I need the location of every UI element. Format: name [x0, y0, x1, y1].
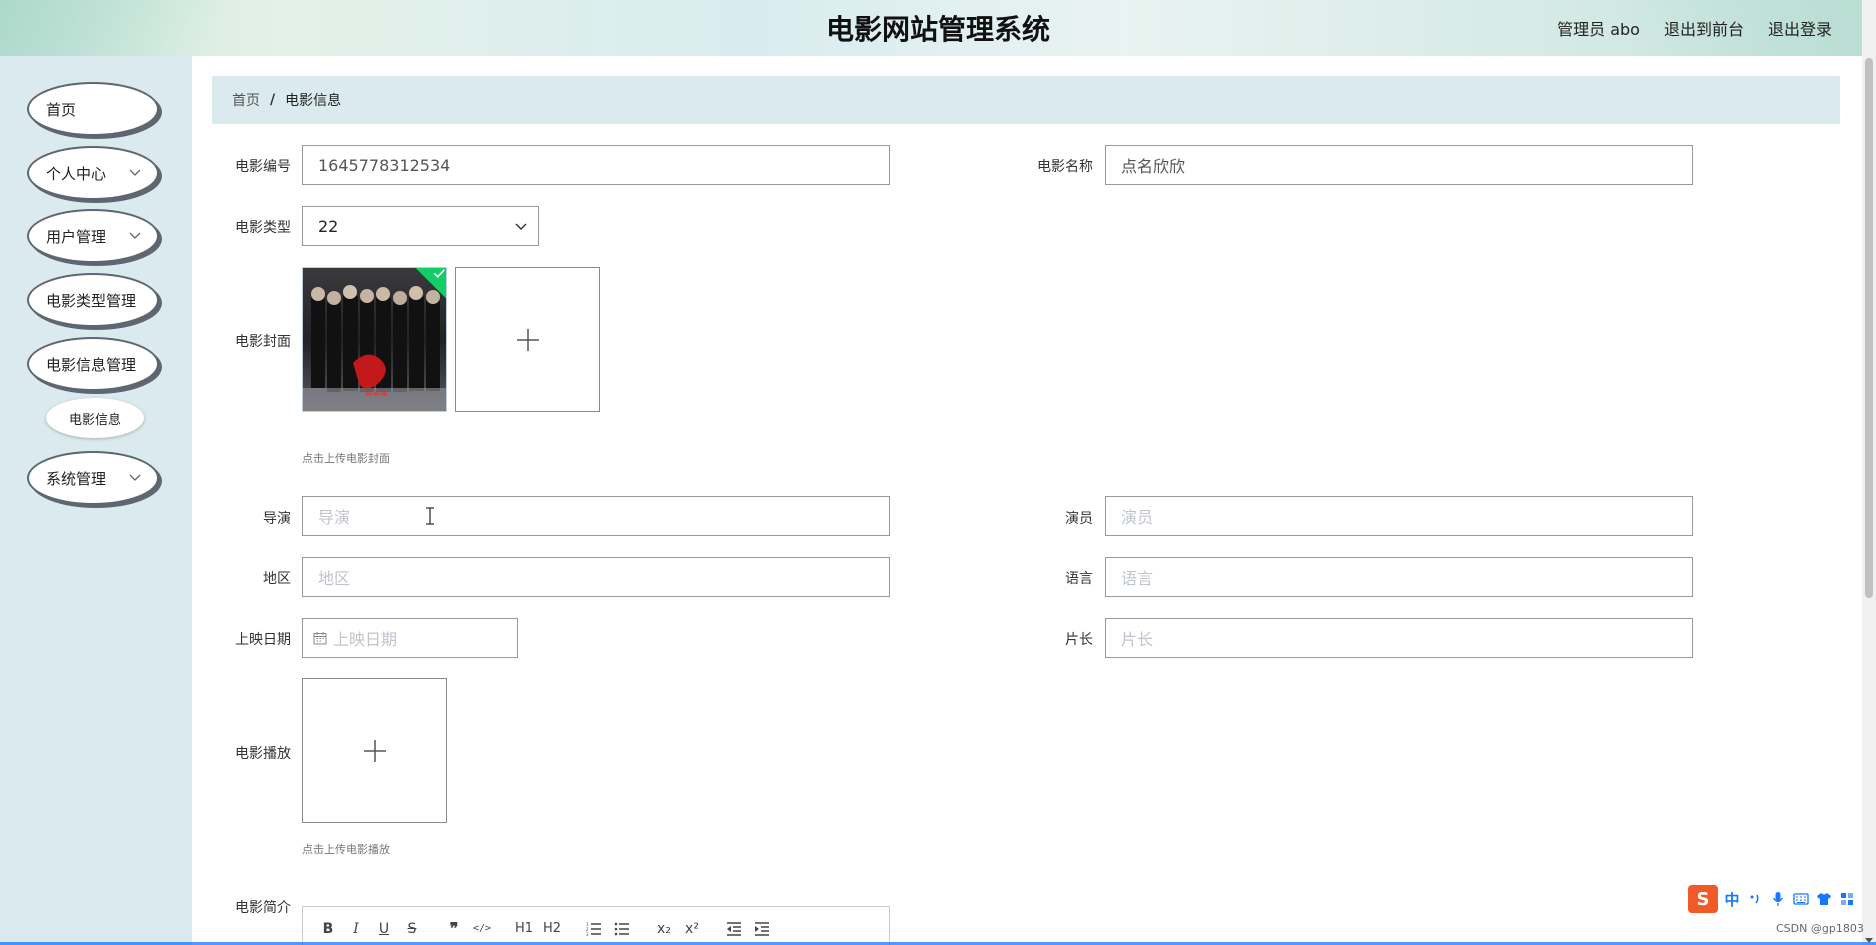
chevron-down-icon	[514, 218, 528, 232]
blockquote-icon[interactable]: ❞	[443, 918, 465, 940]
cover-upload-button[interactable]	[455, 267, 600, 412]
cover-image: ▬▬▬	[303, 268, 446, 411]
sidebar-item-label: 首页	[46, 100, 77, 119]
sidebar-item-label: 系统管理	[46, 469, 107, 488]
ordered-list-icon[interactable]: 123	[583, 918, 605, 940]
intro-label: 电影简介	[235, 900, 291, 916]
movie-no-input[interactable]: 1645778312534	[302, 145, 890, 185]
region-input[interactable]: 地区	[302, 557, 890, 597]
user-box: 管理员 abo 退出到前台 退出登录	[1557, 16, 1832, 40]
watermark-text: CSDN @gp1803	[1776, 922, 1864, 935]
director-input[interactable]: 导演	[302, 496, 890, 536]
heading-1-icon[interactable]: H1	[513, 918, 535, 940]
chevron-down-icon	[129, 472, 141, 485]
sidebar: 首页 个人中心 用户管理 电影类型管理 电影信息管理 电影信息 系统管理	[0, 56, 192, 945]
italic-icon[interactable]: I	[345, 918, 367, 940]
sidebar-item-profile[interactable]: 个人中心	[27, 146, 159, 200]
skin-shirt-icon[interactable]	[1815, 890, 1833, 908]
unordered-list-icon[interactable]	[611, 918, 633, 940]
sidebar-item-user-management[interactable]: 用户管理	[27, 209, 159, 263]
code-icon[interactable]: </>	[471, 918, 493, 940]
heading-2-icon[interactable]: H2	[541, 918, 563, 940]
ime-toolbar: S 中	[1688, 884, 1856, 914]
movie-type-value: 22	[318, 216, 339, 236]
chevron-down-icon	[129, 167, 141, 180]
rich-editor-toolbar: B I U S ❞ </> H1 H2 123 x₂ x²	[302, 906, 890, 945]
toolbox-grid-icon[interactable]	[1838, 890, 1856, 908]
text-cursor-icon	[426, 507, 434, 525]
actor-input[interactable]: 演员	[1105, 496, 1693, 536]
current-user-label: 管理员 abo	[1557, 20, 1640, 39]
breadcrumb-separator: /	[270, 92, 276, 108]
sidebar-item-label: 用户管理	[46, 227, 107, 246]
duration-input[interactable]: 片长	[1105, 618, 1693, 658]
language-label: 语言	[1065, 571, 1093, 587]
svg-text:3: 3	[586, 932, 589, 936]
microphone-icon[interactable]	[1769, 890, 1787, 908]
movie-type-label: 电影类型	[235, 220, 291, 236]
underline-icon[interactable]: U	[373, 918, 395, 940]
release-date-picker[interactable]: 上映日期	[302, 618, 518, 658]
strikethrough-icon[interactable]: S	[401, 918, 423, 940]
cover-upload-hint: 点击上传电影封面	[302, 452, 390, 465]
subscript-icon[interactable]: x₂	[653, 918, 675, 940]
region-label: 地区	[263, 571, 291, 587]
movie-no-label: 电影编号	[235, 159, 291, 175]
page-scrollbar[interactable]	[1862, 0, 1876, 945]
language-input[interactable]: 语言	[1105, 557, 1693, 597]
bold-icon[interactable]: B	[317, 918, 339, 940]
cover-thumbnail[interactable]: ▬▬▬	[302, 267, 447, 412]
play-upload-hint: 点击上传电影播放	[302, 843, 390, 856]
movie-name-label: 电影名称	[1037, 159, 1093, 175]
keyboard-icon[interactable]	[1792, 890, 1810, 908]
play-label: 电影播放	[235, 746, 291, 762]
breadcrumb: 首页 / 电影信息	[212, 76, 1840, 124]
director-label: 导演	[263, 511, 291, 527]
actor-label: 演员	[1065, 511, 1093, 527]
cover-label: 电影封面	[235, 334, 291, 350]
back-to-front-link[interactable]: 退出到前台	[1664, 16, 1744, 40]
breadcrumb-home[interactable]: 首页	[232, 90, 260, 110]
plus-icon	[363, 739, 386, 762]
release-date-label: 上映日期	[235, 632, 291, 648]
sidebar-item-home[interactable]: 首页	[27, 82, 159, 136]
logout-link[interactable]: 退出登录	[1768, 16, 1832, 40]
plus-icon	[516, 328, 539, 351]
ime-mode-toggle[interactable]: 中	[1723, 890, 1741, 909]
sidebar-item-label: 电影类型管理	[46, 291, 137, 310]
indent-icon[interactable]	[751, 918, 773, 940]
sidebar-item-system-management[interactable]: 系统管理	[27, 451, 159, 505]
check-icon	[433, 269, 445, 278]
sogou-logo-icon[interactable]: S	[1688, 885, 1718, 913]
play-upload-button[interactable]	[302, 678, 447, 823]
sidebar-item-label: 个人中心	[46, 164, 107, 183]
svg-text:▬▬▬: ▬▬▬	[365, 389, 388, 398]
punctuation-icon[interactable]	[1746, 890, 1764, 908]
sidebar-item-label: 电影信息管理	[46, 355, 137, 374]
sidebar-subitem-movie-info[interactable]: 电影信息	[46, 398, 144, 438]
sidebar-item-movie-info-management[interactable]: 电影信息管理	[27, 337, 159, 391]
release-date-placeholder: 上映日期	[333, 630, 398, 649]
sidebar-item-movie-type-management[interactable]: 电影类型管理	[27, 273, 159, 327]
chevron-down-icon	[129, 230, 141, 243]
outdent-icon[interactable]	[723, 918, 745, 940]
breadcrumb-current: 电影信息	[285, 93, 342, 109]
top-header: 电影网站管理系统 管理员 abo 退出到前台 退出登录	[0, 0, 1876, 56]
scrollbar-thumb[interactable]	[1865, 58, 1873, 598]
movie-name-input[interactable]: 点名欣欣	[1105, 145, 1693, 185]
duration-label: 片长	[1065, 632, 1093, 648]
superscript-icon[interactable]: x²	[681, 918, 703, 940]
calendar-icon	[313, 632, 327, 645]
movie-type-select[interactable]: 22	[302, 206, 539, 246]
